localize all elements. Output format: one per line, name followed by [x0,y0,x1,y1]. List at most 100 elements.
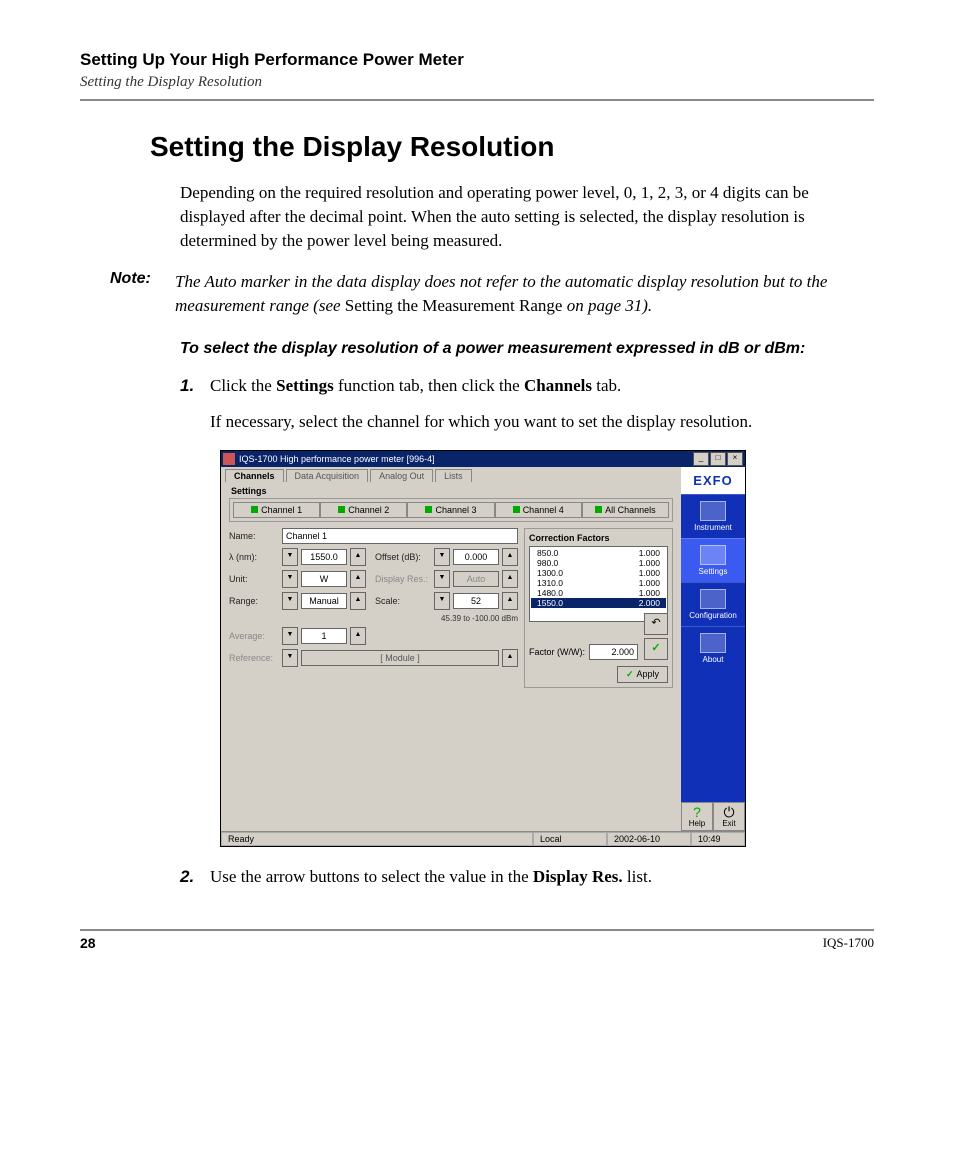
cf-factor: 1.000 [639,558,660,568]
unit-down-button[interactable]: ▼ [282,570,298,588]
display-res-down-button[interactable]: ▼ [434,570,450,588]
note-text: The Auto marker in the data display does… [175,270,874,318]
note-part-2: on page 31). [562,296,652,315]
cf-wl: 1300.0 [537,568,563,578]
channel-3-label: Channel 3 [435,505,476,515]
channel-3-button[interactable]: Channel 3 [407,502,494,518]
exit-button[interactable]: ⏻ Exit [713,802,745,831]
tab-analog-out[interactable]: Analog Out [370,469,433,482]
window-maximize-button[interactable]: □ [710,452,726,466]
sidebar-item-configuration[interactable]: Configuration [681,582,745,626]
scale-label: Scale: [375,596,431,606]
reference-up-button[interactable]: ▲ [502,649,518,667]
window-titlebar: IQS-1700 High performance power meter [9… [221,451,745,467]
name-input[interactable]: Channel 1 [282,528,518,544]
unit-value[interactable]: W [301,571,347,587]
settings-group-label: Settings [231,486,681,496]
sidebar-item-settings[interactable]: Settings [681,538,745,582]
status-local: Local [533,832,607,846]
sidebar-item-about[interactable]: About [681,626,745,670]
status-bar: Ready Local 2002-06-10 10:49 [221,831,745,846]
display-res-value[interactable]: Auto [453,571,499,587]
chapter-title: Setting Up Your High Performance Power M… [80,50,874,70]
apply-button[interactable]: ✓ Apply [617,666,668,683]
lambda-label: λ (nm): [229,552,279,562]
help-button[interactable]: ? Help [681,802,713,831]
window-minimize-button[interactable]: _ [693,452,709,466]
cf-factor: 1.000 [639,588,660,598]
channel-1-button[interactable]: Channel 1 [233,502,320,518]
reference-down-button[interactable]: ▼ [282,649,298,667]
factor-input[interactable]: 2.000 [589,644,638,660]
step-1-text: Click the Settings function tab, then cl… [210,374,621,398]
reference-label: Reference: [229,653,279,663]
display-res-label: Display Res.: [375,574,431,584]
cf-row[interactable]: 980.01.000 [531,558,666,568]
tab-data-acquisition[interactable]: Data Acquisition [286,469,369,482]
tab-lists[interactable]: Lists [435,469,472,482]
intro-paragraph: Depending on the required resolution and… [180,181,874,252]
sidebar-label: Configuration [689,611,737,620]
step-2-frag-c: list. [623,867,652,886]
cf-factor: 2.000 [639,598,660,608]
cf-row[interactable]: 850.0 1.000 [531,548,666,558]
scale-down-button[interactable]: ▼ [434,592,450,610]
lambda-down-button[interactable]: ▼ [282,548,298,566]
display-res-up-button[interactable]: ▲ [502,570,518,588]
scale-up-button[interactable]: ▲ [502,592,518,610]
check-icon: ✓ [651,642,660,654]
step-1-frag-c: function tab, then click the [334,376,524,395]
instrument-icon [700,501,726,521]
average-value[interactable]: 1 [301,628,347,644]
cf-factor: 1.000 [639,548,660,558]
unit-up-button[interactable]: ▲ [350,570,366,588]
scale-value[interactable]: 52 [453,593,499,609]
power-icon: ⏻ [714,805,744,819]
channel-4-button[interactable]: Channel 4 [495,502,582,518]
offset-label: Offset (dB): [375,552,431,562]
confirm-button[interactable]: ✓ [644,638,668,660]
range-note: 45.39 to -100.00 dBm [229,614,518,623]
step-1-sub: If necessary, select the channel for whi… [210,410,874,434]
step-1-frag-d: tab. [592,376,621,395]
range-up-button[interactable]: ▲ [350,592,366,610]
step-2-bold: Display Res. [533,867,623,886]
range-down-button[interactable]: ▼ [282,592,298,610]
channel-4-label: Channel 4 [523,505,564,515]
range-value[interactable]: Manual [301,593,347,609]
average-label: Average: [229,631,279,641]
sidebar-item-instrument[interactable]: Instrument [681,494,745,538]
cf-row-selected[interactable]: 1550.02.000 [531,598,666,608]
average-up-button[interactable]: ▲ [350,627,366,645]
offset-down-button[interactable]: ▼ [434,548,450,566]
window-close-button[interactable]: × [727,452,743,466]
check-icon: ✓ [626,669,634,680]
offset-value[interactable]: 0.000 [453,549,499,565]
exfo-logo: EXFO [681,467,745,494]
average-down-button[interactable]: ▼ [282,627,298,645]
help-icon: ? [682,805,712,819]
channel-selector-row: Channel 1 Channel 2 Channel 3 Channel 4 … [229,498,673,522]
lambda-value[interactable]: 1550.0 [301,549,347,565]
sidebar-label: Instrument [694,523,732,532]
correction-factors-list[interactable]: 850.01.000 980.01.000 1300.01.000 1310.0… [529,546,668,622]
header-rule [80,99,874,101]
cf-row[interactable]: 1480.01.000 [531,588,666,598]
cf-wl: 850.0 [537,548,558,558]
lambda-up-button[interactable]: ▲ [350,548,366,566]
channel-indicator-icon [595,506,602,513]
cf-row[interactable]: 1310.01.000 [531,578,666,588]
tab-channels[interactable]: Channels [225,469,284,482]
section-subtitle: Setting the Display Resolution [80,74,874,91]
status-date: 2002-06-10 [607,832,691,846]
channel-indicator-icon [425,506,432,513]
all-channels-button[interactable]: All Channels [582,502,669,518]
cf-row[interactable]: 1300.01.000 [531,568,666,578]
sidebar-label: About [703,655,724,664]
offset-up-button[interactable]: ▲ [502,548,518,566]
procedure-heading: To select the display resolution of a po… [180,338,874,360]
reference-value[interactable]: [ Module ] [301,650,499,666]
help-label: Help [689,819,705,828]
undo-button[interactable]: ↶ [644,613,668,635]
channel-2-button[interactable]: Channel 2 [320,502,407,518]
